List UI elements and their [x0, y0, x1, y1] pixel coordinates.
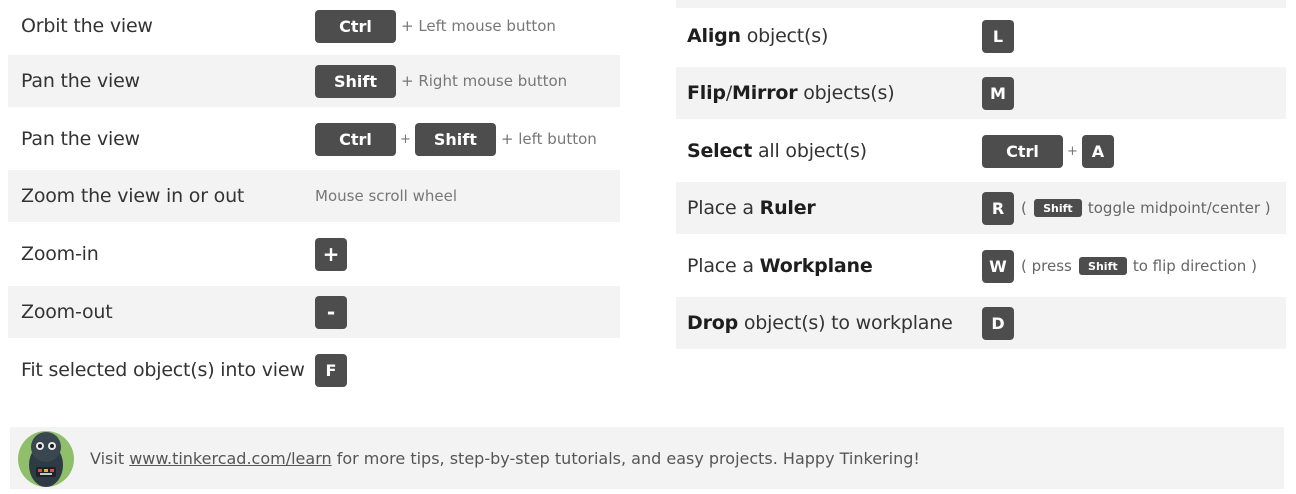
shortcut-keys: Ctrl + Shift + left button: [315, 122, 597, 156]
plus-sign: +: [400, 131, 411, 147]
plus-sign: +: [1067, 143, 1078, 159]
shift-mini-key: Shift: [1033, 199, 1082, 217]
shortcut-row-ruler: Place a Ruler R ( Shift toggle midpoint/…: [676, 182, 1286, 234]
shortcut-label: Pan the view: [21, 128, 140, 150]
shortcut-keys: F: [315, 353, 347, 387]
shortcut-keys: D: [982, 306, 1014, 340]
l-key: L: [982, 19, 1014, 53]
shortcut-label: Pan the view: [21, 70, 140, 92]
shift-key: Shift: [315, 64, 396, 98]
shortcut-label: Place a Ruler: [687, 197, 816, 219]
shortcut-row-zoom-out: Zoom-out -: [8, 286, 620, 338]
shortcut-row-workplane: Place a Workplane W ( press Shift to fli…: [676, 240, 1286, 292]
d-key: D: [982, 306, 1014, 340]
shortcut-label: Orbit the view: [21, 15, 153, 37]
shift-mini-key: Shift: [1078, 257, 1127, 275]
mouse-action-text: + Left mouse button: [401, 17, 556, 35]
shortcut-keys: Ctrl + Left mouse button: [315, 9, 556, 43]
shortcut-keys: M: [982, 76, 1014, 110]
shortcut-label: Zoom-out: [21, 301, 113, 323]
shortcut-row-select-all: Select all object(s) Ctrl + A: [676, 125, 1286, 177]
right-table-top-edge: [676, 0, 1286, 8]
f-key: F: [315, 353, 347, 387]
shortcut-row-pan-right: Pan the view Shift + Right mouse button: [8, 55, 620, 107]
mouse-action-text: + Right mouse button: [401, 72, 568, 90]
a-key: A: [1081, 134, 1114, 168]
shift-key: Shift: [414, 122, 496, 156]
shortcut-label: Drop object(s) to workplane: [687, 312, 953, 334]
shortcut-row-fit: Fit selected object(s) into view F: [8, 344, 620, 396]
shortcut-label: Flip/Mirror objects(s): [687, 82, 895, 104]
mouse-action-text: Mouse scroll wheel: [315, 187, 458, 205]
shortcut-row-orbit: Orbit the view Ctrl + Left mouse button: [8, 0, 620, 52]
shortcut-keys: W ( press Shift to flip direction ): [982, 249, 1257, 283]
w-key: W: [982, 249, 1014, 283]
footer-banner: Visit www.tinkercad.com/learn for more t…: [10, 427, 1284, 489]
ctrl-key: Ctrl: [982, 134, 1063, 168]
learn-link[interactable]: www.tinkercad.com/learn: [129, 449, 331, 468]
shortcut-label: Fit selected object(s) into view: [21, 359, 305, 381]
shortcut-label: Zoom-in: [21, 243, 99, 265]
footer-text: Visit www.tinkercad.com/learn for more t…: [90, 448, 920, 468]
shortcut-keys: Shift + Right mouse button: [315, 64, 568, 98]
shortcut-keys: Ctrl + A: [982, 134, 1114, 168]
shortcut-note: ( press Shift to flip direction ): [1021, 257, 1257, 275]
m-key: M: [982, 76, 1014, 110]
shortcut-label: Zoom the view in or out: [21, 185, 245, 207]
minus-key: -: [315, 295, 347, 329]
shortcut-row-pan-left: Pan the view Ctrl + Shift + left button: [8, 113, 620, 165]
r-key: R: [982, 191, 1014, 225]
shortcut-row-zoom-in: Zoom-in +: [8, 228, 620, 280]
shortcut-row-flip: Flip/Mirror objects(s) M: [676, 67, 1286, 119]
shortcut-keys: +: [315, 237, 347, 271]
shortcut-row-zoom: Zoom the view in or out Mouse scroll whe…: [8, 170, 620, 222]
shortcut-keys: -: [315, 295, 347, 329]
shortcut-label: Align object(s): [687, 25, 829, 47]
ctrl-key: Ctrl: [315, 122, 396, 156]
tinkercad-mascot-icon: [18, 431, 74, 487]
shortcut-label: Place a Workplane: [687, 255, 873, 277]
shortcut-row-align: Align object(s) L: [676, 10, 1286, 62]
shortcut-note: ( Shift toggle midpoint/center ): [1021, 199, 1271, 217]
shortcut-keys: L: [982, 19, 1014, 53]
shortcut-label: Select all object(s): [687, 140, 867, 162]
shortcut-keys: R ( Shift toggle midpoint/center ): [982, 191, 1271, 225]
ctrl-key: Ctrl: [315, 9, 396, 43]
shortcut-row-drop: Drop object(s) to workplane D: [676, 297, 1286, 349]
mouse-action-text: + left button: [500, 130, 597, 148]
shortcut-keys: Mouse scroll wheel: [315, 187, 457, 205]
plus-key: +: [315, 237, 347, 271]
